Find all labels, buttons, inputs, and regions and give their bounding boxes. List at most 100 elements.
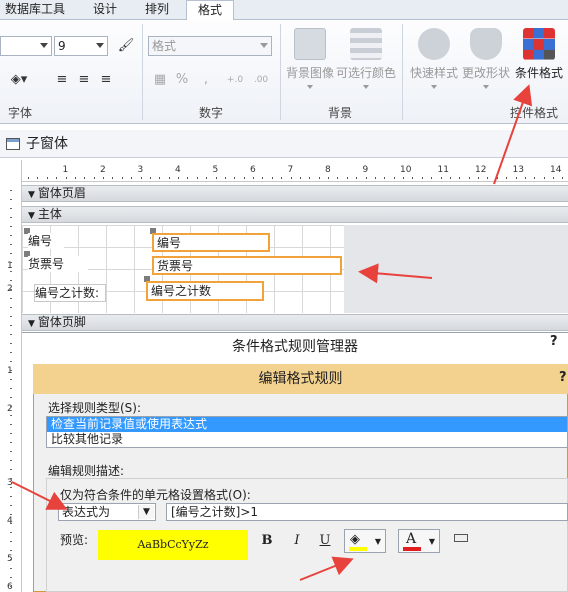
ruler-tick — [10, 280, 12, 281]
ruler-tick — [10, 208, 12, 209]
font-name-combo[interactable] — [0, 36, 52, 56]
ruler-tick — [10, 577, 12, 578]
chevron-down-icon: ▼ — [428, 537, 435, 546]
background-image-button[interactable]: 背景图像 — [280, 28, 340, 89]
label-bianhao[interactable]: 编号 — [28, 233, 64, 249]
align-center-icon[interactable]: ≡ — [74, 70, 94, 90]
ruler-number: 4 — [175, 165, 181, 175]
group-separator — [402, 24, 403, 120]
ruler-tick — [337, 177, 339, 179]
ruler-tick — [84, 177, 86, 179]
rule-description-label: 编辑规则描述: — [48, 464, 125, 478]
font-size-combo[interactable]: 9 — [54, 36, 108, 56]
ruler-tick — [37, 177, 39, 179]
ruler-tick — [10, 262, 12, 263]
ruler-number: 7 — [287, 165, 294, 175]
align-right-icon[interactable]: ≡ — [96, 70, 116, 90]
alternate-row-color-button[interactable]: 可选行颜色 — [336, 28, 396, 89]
ruler-tick — [10, 505, 12, 506]
rule-type-label: 选择规则类型(S): — [48, 401, 142, 415]
ruler-tick — [196, 177, 198, 179]
font-color-button[interactable]: A ▼ — [398, 529, 440, 553]
number-group-label: 数字 — [198, 106, 223, 120]
ruler-number: 10 — [400, 165, 412, 175]
condition-type-select[interactable]: 表达式为 ▼ — [58, 503, 156, 521]
edit-help-button[interactable]: ? — [559, 370, 567, 385]
section-detail[interactable]: ▼ 主体 — [22, 206, 568, 223]
ruler-tick — [112, 177, 114, 179]
ruler-tick — [431, 177, 433, 179]
ruler-tick — [10, 406, 12, 407]
ruler-tick — [74, 177, 76, 179]
ruler-tick — [356, 177, 358, 179]
list-item[interactable]: 比较其他记录 — [47, 432, 567, 447]
ruler-tick — [515, 177, 517, 179]
ruler-tick — [10, 388, 12, 389]
ruler-tick — [440, 177, 442, 179]
rule-type-list[interactable]: 检查当前记录值或使用表达式 比较其他记录 — [46, 416, 568, 448]
label-piaohao[interactable]: 货票号 — [28, 256, 88, 272]
tab-database-tools[interactable]: 数据库工具 — [0, 0, 70, 20]
increase-decimal-icon[interactable]: +.0 — [224, 70, 246, 90]
label-count[interactable]: 编号之计数: — [34, 284, 106, 302]
ruler-tick — [10, 226, 12, 227]
ruler-tick — [10, 433, 12, 434]
tab-format[interactable]: 格式 — [186, 0, 234, 21]
ruler-tick — [224, 177, 226, 179]
ruler-tick — [243, 177, 245, 179]
format-preview: AaBbCcYyZz — [98, 530, 248, 560]
ruler-tick — [393, 177, 395, 179]
textbox-count[interactable]: 编号之计数 — [146, 281, 264, 301]
currency-icon[interactable]: ▦ — [150, 70, 170, 90]
ruler-tick — [10, 469, 12, 470]
horizontal-ruler: 1 2 3 4 5 6 7 8 9 10 11 12 13 14 — [22, 160, 568, 182]
ruler-tick — [93, 177, 95, 179]
fill-color-icon[interactable]: ◈▾ — [4, 70, 34, 90]
comma-icon[interactable]: , — [196, 70, 216, 90]
quick-styles-icon — [418, 28, 450, 60]
decrease-decimal-icon[interactable]: .00 — [250, 70, 272, 90]
tab-arrange[interactable]: 排列 — [134, 0, 180, 20]
ruler-tick — [506, 177, 508, 179]
ruler-tick — [421, 177, 423, 179]
bold-button[interactable]: B — [258, 530, 276, 552]
ruler-tick — [10, 190, 12, 191]
list-item[interactable]: 检查当前记录值或使用表达式 — [47, 417, 567, 432]
fill-color-button[interactable]: ◈ ▼ — [344, 529, 386, 553]
font-color-icon: A — [406, 531, 417, 547]
ruler-tick — [10, 397, 12, 398]
toggle-enable-icon[interactable] — [454, 534, 468, 542]
ruler-tick — [10, 442, 12, 443]
number-format-combo[interactable]: 格式 — [148, 36, 272, 56]
ruler-tick — [10, 541, 12, 542]
ruler-number: 3 — [137, 165, 144, 175]
expression-input[interactable]: [编号之计数]>1 — [166, 503, 568, 521]
textbox-bianhao[interactable]: 编号 — [152, 233, 270, 252]
conditional-format-button[interactable]: 条件格式 — [510, 28, 568, 81]
ruler-tick — [10, 253, 12, 254]
section-form-footer[interactable]: ▼ 窗体页脚 — [22, 314, 568, 331]
ruler-tick — [487, 177, 489, 179]
ruler-tick — [56, 177, 58, 179]
ruler-tick — [159, 177, 161, 179]
ruler-tick — [10, 550, 12, 551]
format-painter-icon[interactable]: 🖌 — [116, 36, 136, 56]
section-form-header[interactable]: ▼ 窗体页眉 — [22, 185, 568, 202]
change-shape-button[interactable]: 更改形状 — [456, 28, 516, 89]
textbox-piaohao[interactable]: 货票号 — [152, 256, 342, 275]
underline-button[interactable]: U — [316, 530, 334, 552]
ruler-tick — [149, 177, 151, 179]
ruler-tick — [281, 177, 283, 179]
tab-design[interactable]: 设计 — [80, 0, 130, 20]
ruler-tick — [543, 177, 545, 179]
italic-button[interactable]: I — [288, 530, 306, 552]
percent-icon[interactable]: % — [172, 70, 192, 90]
manager-help-button[interactable]: ? — [550, 334, 558, 349]
alternate-row-icon — [350, 28, 382, 60]
quick-styles-button[interactable]: 快速样式 — [404, 28, 464, 89]
ruler-tick — [234, 177, 236, 179]
ruler-tick — [271, 177, 273, 179]
condition-label: 仅为符合条件的单元格设置格式(O): — [60, 488, 251, 502]
align-left-icon[interactable]: ≡ — [52, 70, 72, 90]
ruler-tick — [10, 289, 12, 290]
